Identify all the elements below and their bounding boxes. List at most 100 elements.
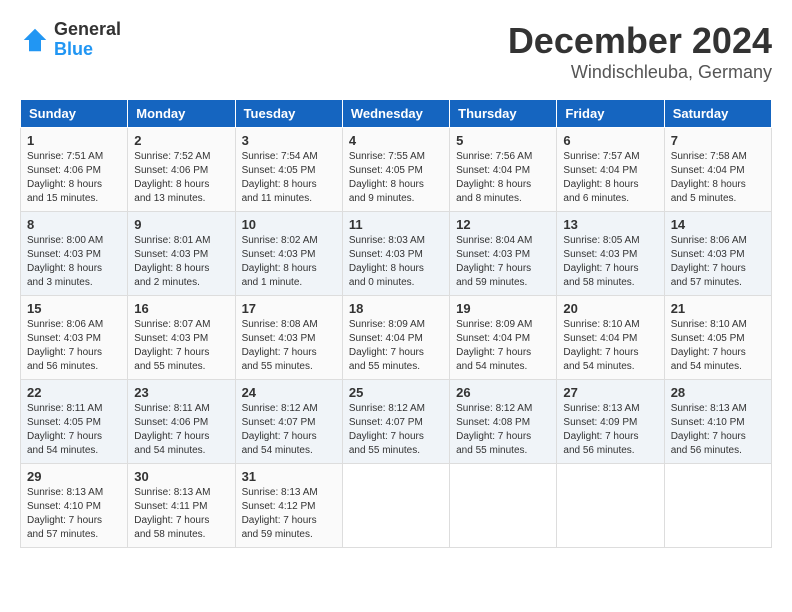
calendar-cell: 11 Sunrise: 8:03 AMSunset: 4:03 PMDayligh… bbox=[342, 212, 449, 296]
cell-info: Sunrise: 7:52 AMSunset: 4:06 PMDaylight:… bbox=[134, 150, 228, 206]
cell-info: Sunrise: 7:57 AMSunset: 4:04 PMDaylight:… bbox=[563, 150, 657, 206]
cell-info: Sunrise: 8:09 AMSunset: 4:04 PMDaylight:… bbox=[456, 318, 550, 374]
logo-blue: Blue bbox=[54, 40, 121, 60]
cell-info: Sunrise: 8:02 AMSunset: 4:03 PMDaylight:… bbox=[242, 234, 336, 290]
cell-info: Sunrise: 8:06 AMSunset: 4:03 PMDaylight:… bbox=[27, 318, 121, 374]
main-title: December 2024 bbox=[508, 20, 772, 62]
cell-info: Sunrise: 8:08 AMSunset: 4:03 PMDaylight:… bbox=[242, 318, 336, 374]
cell-info: Sunrise: 7:51 AMSunset: 4:06 PMDaylight:… bbox=[27, 150, 121, 206]
calendar-cell: 17Sunrise: 8:08 AMSunset: 4:03 PMDayligh… bbox=[235, 296, 342, 380]
cell-info: Sunrise: 7:54 AMSunset: 4:05 PMDaylight:… bbox=[242, 150, 336, 206]
calendar-cell: 29 Sunrise: 8:13 AMSunset: 4:10 PMDayligh… bbox=[21, 464, 128, 548]
calendar-cell: 3Sunrise: 7:54 AMSunset: 4:05 PMDaylight… bbox=[235, 128, 342, 212]
cell-info: Sunrise: 8:01 AMSunset: 4:03 PMDaylight:… bbox=[134, 234, 228, 290]
calendar-cell: 20Sunrise: 8:10 AMSunset: 4:04 PMDayligh… bbox=[557, 296, 664, 380]
calendar-cell: 9 Sunrise: 8:01 AMSunset: 4:03 PMDaylight… bbox=[128, 212, 235, 296]
calendar-cell: 31 Sunrise: 8:13 AMSunset: 4:12 PMDayligh… bbox=[235, 464, 342, 548]
cell-info: Sunrise: 8:13 AMSunset: 4:10 PMDaylight:… bbox=[27, 486, 121, 542]
calendar-cell: 30 Sunrise: 8:13 AMSunset: 4:11 PMDayligh… bbox=[128, 464, 235, 548]
day-number: 23 bbox=[134, 385, 228, 400]
day-header-friday: Friday bbox=[557, 100, 664, 128]
day-number: 11 bbox=[349, 217, 443, 232]
day-number: 16 bbox=[134, 301, 228, 316]
cell-info: Sunrise: 8:12 AMSunset: 4:07 PMDaylight:… bbox=[349, 402, 443, 458]
calendar-cell: 16 Sunrise: 8:07 AMSunset: 4:03 PMDayligh… bbox=[128, 296, 235, 380]
calendar-cell: 10 Sunrise: 8:02 AMSunset: 4:03 PMDayligh… bbox=[235, 212, 342, 296]
cell-info: Sunrise: 8:13 AMSunset: 4:12 PMDaylight:… bbox=[242, 486, 336, 542]
logo-text: General Blue bbox=[54, 20, 121, 60]
calendar-cell: 21 Sunrise: 8:10 AMSunset: 4:05 PMDayligh… bbox=[664, 296, 771, 380]
cell-info: Sunrise: 8:05 AMSunset: 4:03 PMDaylight:… bbox=[563, 234, 657, 290]
cell-info: Sunrise: 8:10 AMSunset: 4:05 PMDaylight:… bbox=[671, 318, 765, 374]
day-number: 12 bbox=[456, 217, 550, 232]
calendar-body: 1Sunrise: 7:51 AMSunset: 4:06 PMDaylight… bbox=[21, 128, 772, 548]
calendar-cell bbox=[664, 464, 771, 548]
day-number: 2 bbox=[134, 133, 228, 148]
calendar-cell: 19 Sunrise: 8:09 AMSunset: 4:04 PMDayligh… bbox=[450, 296, 557, 380]
calendar-cell: 14Sunrise: 8:06 AMSunset: 4:03 PMDayligh… bbox=[664, 212, 771, 296]
day-header-thursday: Thursday bbox=[450, 100, 557, 128]
calendar-cell: 18Sunrise: 8:09 AMSunset: 4:04 PMDayligh… bbox=[342, 296, 449, 380]
cell-info: Sunrise: 7:55 AMSunset: 4:05 PMDaylight:… bbox=[349, 150, 443, 206]
cell-info: Sunrise: 8:11 AMSunset: 4:05 PMDaylight:… bbox=[27, 402, 121, 458]
calendar-cell: 28 Sunrise: 8:13 AMSunset: 4:10 PMDayligh… bbox=[664, 380, 771, 464]
header: General Blue December 2024 Windischleuba… bbox=[20, 20, 772, 83]
cell-info: Sunrise: 8:13 AMSunset: 4:09 PMDaylight:… bbox=[563, 402, 657, 458]
logo-icon bbox=[20, 25, 50, 55]
day-headers-row: SundayMondayTuesdayWednesdayThursdayFrid… bbox=[21, 100, 772, 128]
calendar-cell bbox=[450, 464, 557, 548]
cell-info: Sunrise: 8:03 AMSunset: 4:03 PMDaylight:… bbox=[349, 234, 443, 290]
calendar: SundayMondayTuesdayWednesdayThursdayFrid… bbox=[20, 99, 772, 548]
week-row-3: 15Sunrise: 8:06 AMSunset: 4:03 PMDayligh… bbox=[21, 296, 772, 380]
cell-info: Sunrise: 8:12 AMSunset: 4:08 PMDaylight:… bbox=[456, 402, 550, 458]
day-number: 7 bbox=[671, 133, 765, 148]
calendar-cell: 22 Sunrise: 8:11 AMSunset: 4:05 PMDayligh… bbox=[21, 380, 128, 464]
calendar-cell: 6Sunrise: 7:57 AMSunset: 4:04 PMDaylight… bbox=[557, 128, 664, 212]
logo: General Blue bbox=[20, 20, 121, 60]
day-number: 20 bbox=[563, 301, 657, 316]
day-number: 26 bbox=[456, 385, 550, 400]
day-number: 13 bbox=[563, 217, 657, 232]
day-number: 27 bbox=[563, 385, 657, 400]
day-number: 31 bbox=[242, 469, 336, 484]
calendar-cell: 1Sunrise: 7:51 AMSunset: 4:06 PMDaylight… bbox=[21, 128, 128, 212]
week-row-4: 22 Sunrise: 8:11 AMSunset: 4:05 PMDayligh… bbox=[21, 380, 772, 464]
calendar-cell bbox=[342, 464, 449, 548]
cell-info: Sunrise: 8:09 AMSunset: 4:04 PMDaylight:… bbox=[349, 318, 443, 374]
day-number: 30 bbox=[134, 469, 228, 484]
calendar-cell: 27 Sunrise: 8:13 AMSunset: 4:09 PMDayligh… bbox=[557, 380, 664, 464]
subtitle: Windischleuba, Germany bbox=[508, 62, 772, 83]
cell-info: Sunrise: 8:04 AMSunset: 4:03 PMDaylight:… bbox=[456, 234, 550, 290]
day-header-sunday: Sunday bbox=[21, 100, 128, 128]
cell-info: Sunrise: 8:00 AMSunset: 4:03 PMDaylight:… bbox=[27, 234, 121, 290]
day-number: 10 bbox=[242, 217, 336, 232]
week-row-5: 29 Sunrise: 8:13 AMSunset: 4:10 PMDayligh… bbox=[21, 464, 772, 548]
day-number: 24 bbox=[242, 385, 336, 400]
calendar-cell: 4Sunrise: 7:55 AMSunset: 4:05 PMDaylight… bbox=[342, 128, 449, 212]
day-header-saturday: Saturday bbox=[664, 100, 771, 128]
cell-info: Sunrise: 8:07 AMSunset: 4:03 PMDaylight:… bbox=[134, 318, 228, 374]
day-number: 28 bbox=[671, 385, 765, 400]
day-header-monday: Monday bbox=[128, 100, 235, 128]
calendar-cell: 8 Sunrise: 8:00 AMSunset: 4:03 PMDaylight… bbox=[21, 212, 128, 296]
calendar-cell: 2 Sunrise: 7:52 AMSunset: 4:06 PMDaylight… bbox=[128, 128, 235, 212]
calendar-cell: 5Sunrise: 7:56 AMSunset: 4:04 PMDaylight… bbox=[450, 128, 557, 212]
day-number: 8 bbox=[27, 217, 121, 232]
day-number: 25 bbox=[349, 385, 443, 400]
day-number: 29 bbox=[27, 469, 121, 484]
title-area: December 2024 Windischleuba, Germany bbox=[508, 20, 772, 83]
calendar-cell bbox=[557, 464, 664, 548]
logo-general: General bbox=[54, 20, 121, 40]
day-number: 21 bbox=[671, 301, 765, 316]
day-number: 22 bbox=[27, 385, 121, 400]
day-number: 19 bbox=[456, 301, 550, 316]
cell-info: Sunrise: 8:13 AMSunset: 4:11 PMDaylight:… bbox=[134, 486, 228, 542]
day-number: 9 bbox=[134, 217, 228, 232]
cell-info: Sunrise: 8:13 AMSunset: 4:10 PMDaylight:… bbox=[671, 402, 765, 458]
calendar-cell: 15Sunrise: 8:06 AMSunset: 4:03 PMDayligh… bbox=[21, 296, 128, 380]
calendar-cell: 7Sunrise: 7:58 AMSunset: 4:04 PMDaylight… bbox=[664, 128, 771, 212]
cell-info: Sunrise: 8:12 AMSunset: 4:07 PMDaylight:… bbox=[242, 402, 336, 458]
day-header-tuesday: Tuesday bbox=[235, 100, 342, 128]
calendar-cell: 13 Sunrise: 8:05 AMSunset: 4:03 PMDayligh… bbox=[557, 212, 664, 296]
cell-info: Sunrise: 7:56 AMSunset: 4:04 PMDaylight:… bbox=[456, 150, 550, 206]
